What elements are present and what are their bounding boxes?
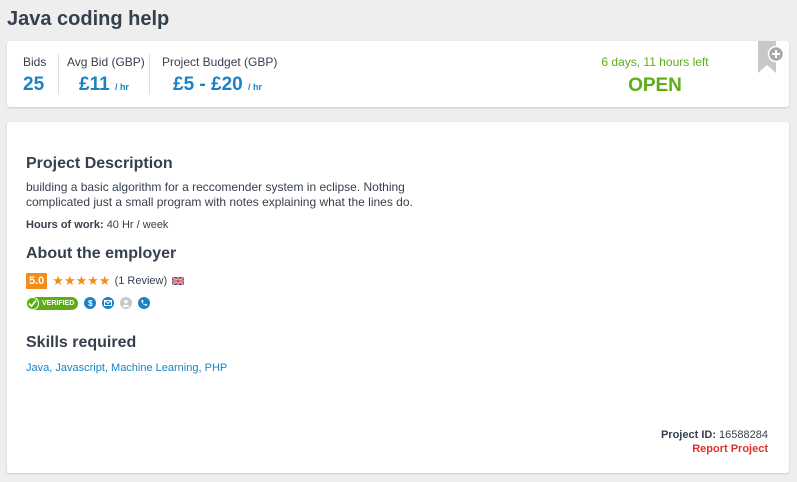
project-id: Project ID: 16588284 — [661, 429, 768, 441]
avg-bid-stat: Avg Bid (GBP) £11 / hr — [67, 55, 145, 96]
divider — [58, 54, 59, 94]
rating-badge: 5.0 — [26, 273, 48, 289]
skills-list: Java, Javascript, Machine Learning, PHP — [26, 362, 228, 374]
avg-bid-value: £11 / hr — [67, 74, 145, 96]
bookmark-button[interactable] — [756, 41, 785, 75]
review-count[interactable]: (1 Review) — [115, 275, 168, 287]
status-badge: OPEN — [628, 75, 682, 96]
verified-badge: VERIFIED — [26, 296, 79, 310]
project-details-card: Project Description building a basic alg… — [7, 122, 789, 473]
bids-value: 25 — [23, 74, 45, 95]
profile-icon[interactable] — [120, 297, 133, 309]
skill-link[interactable]: Javascript — [55, 362, 105, 374]
email-verified-icon[interactable] — [102, 297, 115, 309]
avg-bid-label: Avg Bid (GBP) — [67, 55, 145, 69]
verified-label: VERIFIED — [42, 299, 75, 307]
bookmark-add-icon — [758, 41, 785, 73]
hours-label: Hours of work: — [26, 219, 104, 231]
phone-verified-icon[interactable] — [138, 297, 151, 309]
bids-stat: Bids 25 — [23, 55, 46, 96]
employer-verifications: VERIFIED $ — [26, 296, 151, 310]
hours-of-work: Hours of work: 40 Hr / week — [26, 219, 168, 231]
budget-label: Project Budget (GBP) — [162, 55, 278, 69]
employer-rating: 5.0 ★★★★★ (1 Review) — [26, 273, 185, 289]
skill-link[interactable]: PHP — [205, 362, 228, 374]
budget-stat: Project Budget (GBP) £5 - £20 / hr — [162, 55, 277, 96]
avg-bid-amount: £11 — [79, 74, 110, 95]
skills-title: Skills required — [26, 334, 137, 351]
avg-bid-unit: / hr — [114, 82, 129, 92]
divider — [149, 54, 150, 94]
time-left: 6 days, 11 hours left — [601, 55, 709, 69]
project-stats-card: Bids 25 Avg Bid (GBP) £11 / hr Project B… — [7, 41, 789, 107]
description-text: building a basic algorithm for a reccome… — [26, 180, 413, 209]
skill-link[interactable]: Machine Learning — [111, 362, 198, 374]
star-rating-icon: ★★★★★ — [52, 273, 111, 288]
verified-icon — [26, 296, 39, 310]
budget-value: £5 - £20 / hr — [162, 74, 277, 96]
skill-link[interactable]: Java — [26, 362, 49, 374]
project-id-value: 16588284 — [719, 429, 768, 441]
hours-value: 40 Hr / week — [106, 219, 169, 231]
project-id-label: Project ID: — [660, 429, 716, 441]
bids-label: Bids — [23, 55, 47, 69]
report-project-link[interactable]: Report Project — [692, 443, 768, 455]
payment-verified-icon[interactable]: $ — [84, 297, 97, 309]
budget-amount: £5 - £20 — [173, 74, 243, 95]
uk-flag-icon — [172, 277, 185, 285]
description-title: Project Description — [26, 155, 173, 172]
budget-unit: / hr — [248, 82, 263, 92]
employer-title: About the employer — [26, 245, 177, 262]
page-title: Java coding help — [7, 8, 170, 30]
